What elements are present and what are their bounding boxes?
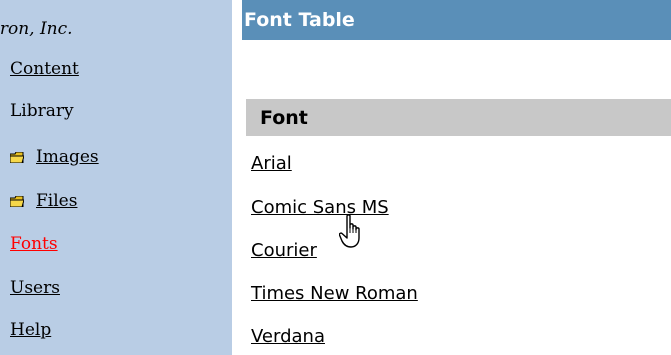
font-link-times-new-roman[interactable]: Times New Roman (251, 278, 418, 308)
sidebar-item-library: Library (10, 101, 74, 121)
sidebar-item-users[interactable]: Users (10, 273, 60, 303)
sidebar-item-content[interactable]: Content (10, 54, 79, 84)
column-header-font: Font (246, 99, 671, 136)
folder-icon (10, 151, 24, 163)
divider (232, 0, 242, 355)
sidebar: tron, Inc. Content Library Images Files … (0, 0, 232, 355)
font-link-verdana[interactable]: Verdana (251, 321, 325, 351)
sidebar-item-fonts[interactable]: Fonts (10, 229, 58, 259)
company-name: tron, Inc. (0, 19, 73, 39)
sidebar-item-label[interactable]: Files (36, 191, 77, 211)
sidebar-item-help[interactable]: Help (10, 315, 51, 345)
folder-icon (10, 195, 24, 207)
sidebar-item-images[interactable]: Images (10, 142, 99, 172)
sidebar-item-label[interactable]: Images (36, 147, 99, 167)
page-title: Font Table (242, 0, 671, 40)
main-content: Font Table Font Arial Comic Sans MS Cour… (242, 0, 671, 355)
sidebar-item-files[interactable]: Files (10, 186, 77, 216)
font-link-arial[interactable]: Arial (251, 148, 292, 178)
font-link-comic-sans-ms[interactable]: Comic Sans MS (251, 192, 389, 222)
font-link-courier[interactable]: Courier (251, 235, 317, 265)
